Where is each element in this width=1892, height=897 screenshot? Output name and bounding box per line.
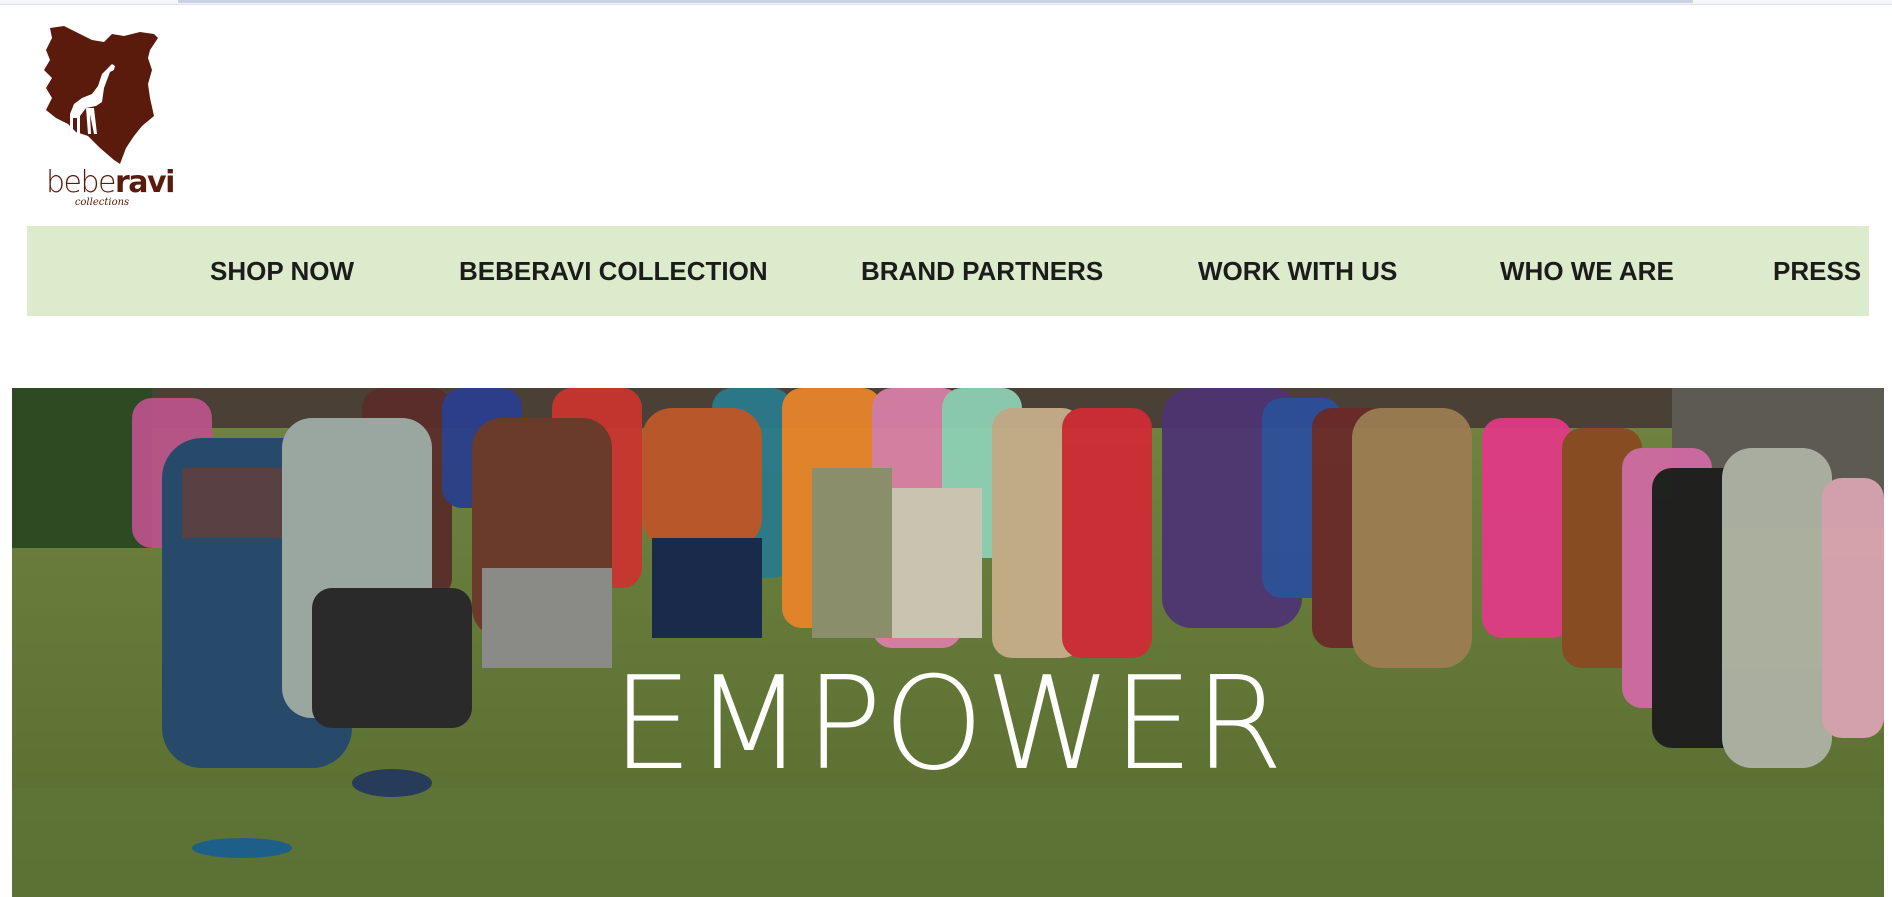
group-of-dancing-women-photo [12, 388, 1884, 897]
nav-press[interactable]: PRESS [1773, 226, 1861, 316]
brand-name-bold: ravi [115, 165, 175, 200]
nav-brand-partners[interactable]: BRAND PARTNERS [861, 226, 1103, 316]
hero-banner[interactable]: EMPOWER [12, 388, 1884, 897]
beberavi-logo[interactable]: beberavi collections [42, 24, 175, 214]
nav-work-with-us[interactable]: WORK WITH US [1198, 226, 1397, 316]
brand-subtitle: collections [74, 197, 130, 208]
main-navigation: SHOP NOW BEBERAVI COLLECTION BRAND PARTN… [27, 226, 1869, 316]
nav-beberavi-collection[interactable]: BEBERAVI COLLECTION [459, 226, 768, 316]
brand-wordmark: beberavi [46, 165, 175, 200]
hero-title: EMPOWER [611, 650, 1285, 799]
nav-shop-now[interactable]: SHOP NOW [210, 226, 354, 316]
kenya-map-giraffe-icon [44, 26, 158, 164]
browser-top-accent [178, 0, 1693, 3]
brand-name-light: bebe [46, 165, 117, 200]
nav-who-we-are[interactable]: WHO WE ARE [1500, 226, 1674, 316]
